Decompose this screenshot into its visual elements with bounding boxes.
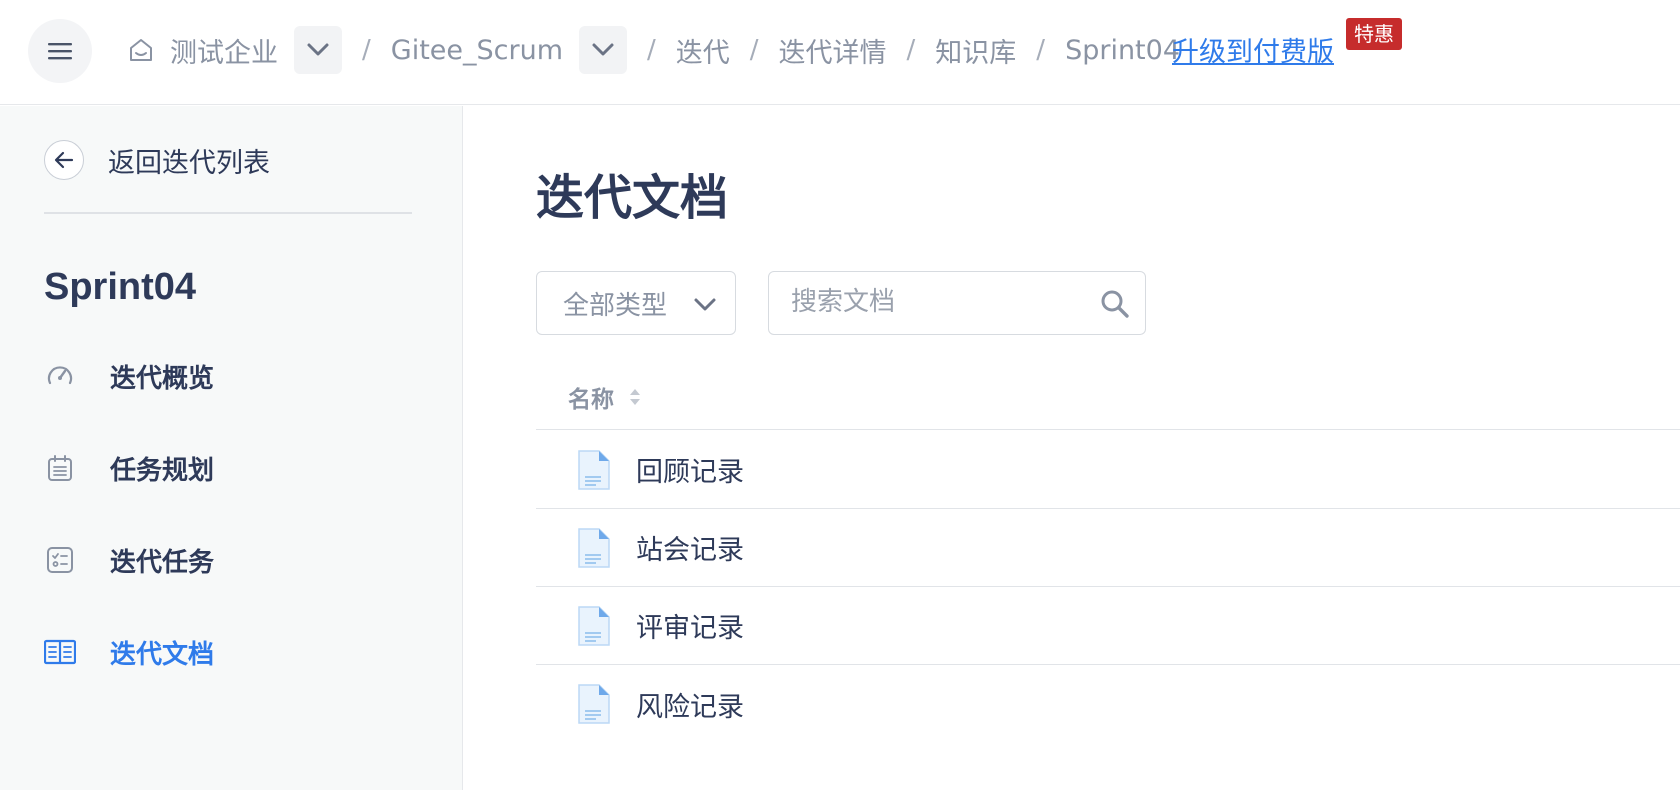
breadcrumb-knowledge-base[interactable]: 知识库: [935, 31, 1016, 70]
sidebar-item-iteration-docs[interactable]: 迭代文档: [44, 632, 214, 672]
menu-button[interactable]: [28, 19, 92, 83]
calendar-list-icon: [44, 452, 76, 484]
sidebar-item-label: 迭代任务: [110, 547, 215, 578]
sidebar-divider: [44, 212, 412, 214]
document-icon: [578, 684, 610, 724]
document-icon: [578, 527, 610, 568]
table-row[interactable]: 站会记录: [536, 509, 1680, 587]
search-icon[interactable]: [1099, 288, 1131, 320]
doc-name[interactable]: 风险记录: [636, 685, 744, 724]
doc-name[interactable]: 评审记录: [636, 606, 744, 645]
breadcrumb-iteration-detail[interactable]: 迭代详情: [779, 31, 887, 70]
column-name-header[interactable]: 名称: [568, 380, 614, 414]
sort-icon[interactable]: [628, 386, 642, 408]
doc-list: 回顾记录 站会记录 评审记录 风险记录: [536, 431, 1680, 743]
breadcrumb-enterprise[interactable]: 测试企业: [170, 31, 278, 70]
doc-type-select[interactable]: 全部类型: [536, 271, 736, 335]
chevron-down-icon: [592, 43, 614, 56]
enterprise-dropdown-button[interactable]: [294, 26, 342, 74]
chevron-down-icon: [307, 43, 329, 56]
sidebar-item-task-planning[interactable]: 任务规划: [44, 448, 214, 488]
back-to-iteration-list[interactable]: 返回迭代列表: [44, 140, 270, 180]
chevron-down-icon: [694, 298, 716, 311]
sidebar-item-label: 任务规划: [110, 455, 215, 486]
sidebar-item-iteration-tasks[interactable]: 迭代任务: [44, 540, 214, 580]
breadcrumb-separator: /: [362, 35, 371, 65]
breadcrumb-sprint: Sprint04: [1065, 34, 1180, 66]
back-button[interactable]: [44, 140, 84, 180]
project-dropdown-button[interactable]: [579, 26, 627, 74]
breadcrumb-separator: /: [906, 35, 916, 65]
table-row[interactable]: 风险记录: [536, 665, 1680, 743]
doc-name[interactable]: 站会记录: [636, 528, 744, 567]
page-title: 迭代文档: [536, 170, 729, 226]
top-bar: 测试企业 / Gitee_Scrum / 迭代 / 迭代详情 / 知识库 / S…: [0, 0, 1680, 105]
breadcrumb-separator: /: [1036, 35, 1046, 65]
book-icon: [44, 636, 76, 668]
sidebar: 返回迭代列表 Sprint04 迭代概览 任务规划 迭代任务 迭代文档: [0, 106, 463, 790]
document-icon: [578, 605, 610, 646]
doc-type-selected: 全部类型: [563, 290, 668, 321]
table-header: 名称: [536, 364, 1680, 430]
document-icon: [578, 449, 610, 490]
breadcrumb: 测试企业 / Gitee_Scrum / 迭代 / 迭代详情 / 知识库 / S…: [126, 0, 1180, 100]
promo-badge: 特惠: [1346, 18, 1402, 50]
upgrade-link[interactable]: 升级到付费版: [1172, 30, 1334, 69]
arrow-left-icon: [54, 151, 74, 169]
breadcrumb-separator: /: [749, 35, 759, 65]
back-label: 返回迭代列表: [108, 147, 270, 179]
sidebar-item-label: 迭代文档: [110, 639, 215, 670]
doc-name[interactable]: 回顾记录: [636, 450, 744, 489]
main-content: 迭代文档 全部类型 名称 回顾记录: [464, 106, 1680, 790]
table-row[interactable]: 评审记录: [536, 587, 1680, 665]
task-checklist-icon: [44, 544, 76, 576]
sprint-title: Sprint04: [44, 266, 197, 308]
breadcrumb-separator: /: [647, 35, 656, 65]
speedometer-icon: [44, 360, 76, 392]
enterprise-icon: [126, 35, 156, 65]
search-box[interactable]: [768, 271, 1146, 335]
search-input[interactable]: [791, 272, 1091, 332]
breadcrumb-project[interactable]: Gitee_Scrum: [391, 35, 563, 66]
breadcrumb-iterations[interactable]: 迭代: [676, 31, 730, 70]
table-row[interactable]: 回顾记录: [536, 431, 1680, 509]
hamburger-icon: [48, 43, 72, 60]
sidebar-item-label: 迭代概览: [110, 363, 215, 394]
sidebar-item-overview[interactable]: 迭代概览: [44, 356, 214, 396]
